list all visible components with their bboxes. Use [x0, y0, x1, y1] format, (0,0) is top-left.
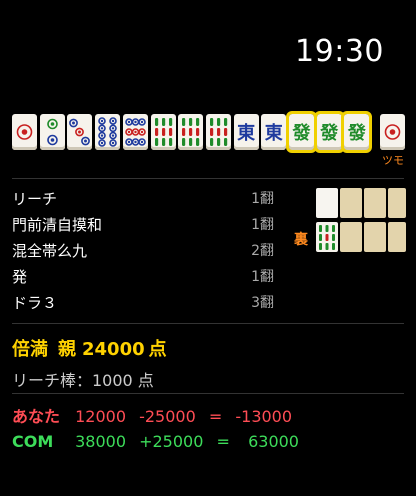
- player-name: COM: [12, 432, 54, 451]
- yaku-han: 1翻: [251, 217, 274, 233]
- yaku-name: 混全帯么九: [12, 242, 88, 260]
- yaku-name: リーチ: [12, 190, 58, 208]
- tile-sou-9[interactable]: [205, 114, 231, 150]
- yaku-row: 混全帯么九 2翻: [12, 238, 274, 262]
- ura-back-tile: [364, 222, 386, 252]
- tile-green-dragon[interactable]: 發: [286, 111, 317, 153]
- ura-back-tile: [388, 222, 406, 252]
- yaku-han: 1翻: [251, 191, 274, 207]
- score-delta: +25000: [139, 432, 204, 451]
- dora-back-tile: [388, 188, 406, 218]
- score-after: 63000: [243, 432, 299, 451]
- tile-pin-1[interactable]: [12, 114, 37, 150]
- score-before: 12000: [75, 407, 126, 426]
- riichi-stick: リーチ棒：1000 点: [12, 371, 154, 390]
- score-rank: 倍満: [12, 339, 48, 360]
- tile-east[interactable]: 東: [233, 114, 259, 150]
- score-summary: 倍満親 24000 点: [12, 335, 177, 361]
- tsumo-label: ツモ: [382, 154, 404, 167]
- pin-circles-icon: [46, 118, 58, 146]
- yaku-han: 3翻: [251, 295, 274, 311]
- equals-sign: =: [216, 432, 230, 451]
- sou-bamboo-icon: [182, 118, 200, 146]
- tile-pin-2[interactable]: [39, 114, 65, 150]
- ura-back-tile: [340, 222, 362, 252]
- east-glyph-icon: 東: [264, 123, 283, 144]
- score-delta: -25000: [139, 407, 196, 426]
- tile-sou-9[interactable]: [178, 114, 204, 150]
- clock: 19:30: [295, 34, 384, 69]
- tile-pin-3[interactable]: [67, 114, 93, 150]
- tile-east[interactable]: 東: [261, 114, 287, 150]
- tile-pin-9[interactable]: [122, 114, 148, 150]
- yaku-han: 1翻: [251, 269, 274, 285]
- pin-circles-icon: [384, 124, 401, 140]
- east-glyph-icon: 東: [237, 123, 256, 144]
- player-name: あなた: [12, 407, 61, 426]
- divider: [12, 323, 404, 324]
- pin-circles-icon: [98, 117, 117, 147]
- yaku-han: 2翻: [251, 243, 274, 259]
- sou-bamboo-icon: [154, 118, 172, 146]
- score-unit: 点: [148, 339, 167, 360]
- green-dragon-glyph-icon: 發: [292, 123, 311, 144]
- green-dragon-glyph-icon: 發: [320, 123, 339, 144]
- winning-tile-pin-1[interactable]: [380, 114, 405, 150]
- pin-circles-icon: [16, 124, 33, 140]
- ura-dora-tile: [316, 222, 338, 252]
- dora-indicator-tile: [316, 188, 338, 218]
- pin-circles-icon: [124, 118, 146, 146]
- ura-dora-label: 裏: [294, 232, 308, 248]
- score-before: 38000: [75, 432, 126, 451]
- pin-circles-icon: [69, 118, 91, 146]
- dora-back-tile: [364, 188, 386, 218]
- result-player: あなた 12000 -25000 = -13000: [12, 403, 292, 427]
- sou-bamboo-icon: [209, 118, 228, 146]
- yaku-row: 発 1翻: [12, 264, 274, 288]
- yaku-name: 発: [12, 268, 28, 286]
- dora-back-tile: [340, 188, 362, 218]
- result-com: COM 38000 +25000 = 63000: [12, 432, 299, 451]
- yaku-name: ドラ３: [12, 294, 58, 312]
- yaku-row: ドラ３ 3翻: [12, 290, 274, 314]
- tile-pin-8[interactable]: [95, 114, 121, 150]
- dealer-label: 親: [58, 339, 76, 360]
- tile-sou-9[interactable]: [150, 114, 176, 150]
- divider: [12, 178, 404, 179]
- yaku-row: 門前清自摸和 1翻: [12, 212, 274, 236]
- score-points: 24000: [82, 339, 145, 360]
- divider: [12, 393, 404, 394]
- score-after: -13000: [235, 407, 293, 426]
- yaku-row: リーチ 1翻: [12, 186, 274, 210]
- sou-bamboo-icon: [319, 225, 335, 250]
- tile-green-dragon[interactable]: 發: [313, 111, 345, 153]
- equals-sign: =: [208, 407, 223, 426]
- green-dragon-glyph-icon: 發: [347, 123, 366, 144]
- tile-green-dragon[interactable]: 發: [341, 111, 373, 153]
- yaku-name: 門前清自摸和: [12, 216, 103, 234]
